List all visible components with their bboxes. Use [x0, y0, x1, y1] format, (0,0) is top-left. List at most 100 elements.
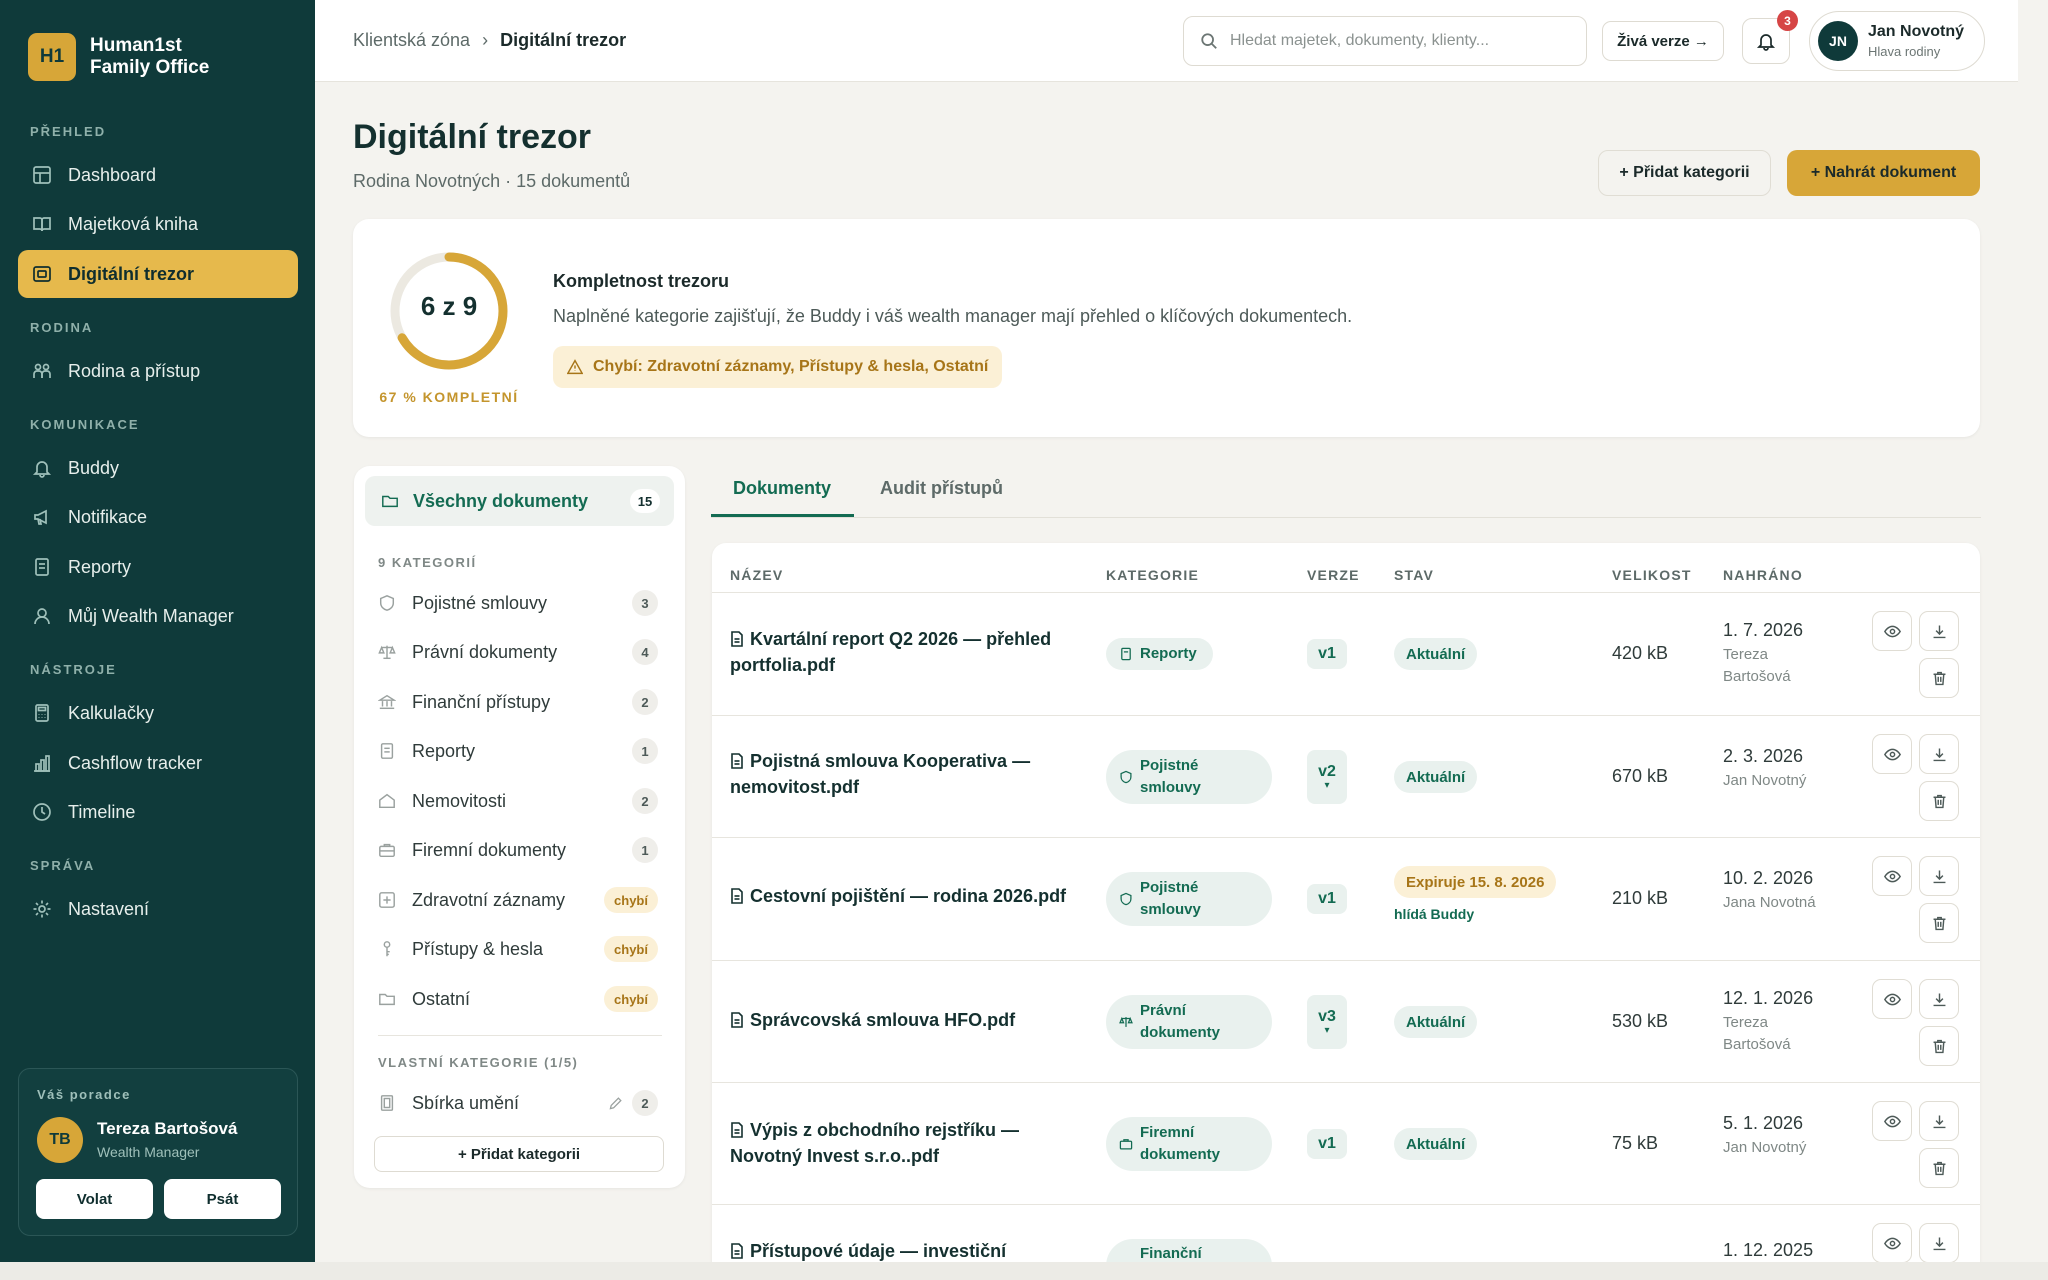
sidebar-item-label: Reporty [68, 556, 132, 577]
delete-button[interactable] [1919, 903, 1959, 943]
upload-document-button[interactable]: + Nahrát dokument [1787, 150, 1980, 196]
file-size: 670 kB [1612, 766, 1669, 786]
breadcrumb-current: Digitální trezor [500, 30, 627, 50]
delete-button[interactable] [1919, 781, 1959, 821]
preview-button[interactable] [1872, 979, 1912, 1019]
delete-button[interactable] [1919, 1026, 1959, 1066]
logo-mark: H1 [28, 33, 76, 81]
briefcase-icon [379, 843, 395, 858]
logo-line-2: Family Office [90, 57, 210, 78]
sidebar-item-buddy[interactable]: Buddy [18, 444, 298, 492]
trash-icon [1933, 794, 1945, 808]
category-item-art-collection[interactable]: Sbírka umění 2 [378, 1083, 664, 1123]
uploaded-by: Jana Novotná [1723, 894, 1816, 911]
tab-documents[interactable]: Dokumenty [733, 478, 831, 499]
download-icon [1933, 1237, 1945, 1250]
sidebar-item-digital-vault[interactable]: Digitální trezor [18, 250, 298, 298]
download-button[interactable] [1919, 979, 1959, 1019]
horizontal-scrollbar[interactable] [0, 1262, 2048, 1280]
write-button[interactable]: Psát [164, 1179, 281, 1219]
sidebar-item-settings[interactable]: Nastavení [18, 885, 298, 933]
download-button[interactable] [1919, 1101, 1959, 1141]
vertical-scrollbar[interactable] [2018, 0, 2048, 1262]
sidebar-item-calculators[interactable]: Kalkulačky [18, 689, 298, 737]
preview-button[interactable] [1872, 856, 1912, 896]
sidebar-item-timeline[interactable]: Timeline [18, 788, 298, 836]
column-header-status[interactable]: STAV [1394, 567, 1434, 583]
add-category-button[interactable]: + Přidat kategorii [1598, 150, 1771, 196]
category-item-legal[interactable]: Právní dokumenty 4 [378, 632, 664, 672]
sidebar-item-family[interactable]: Rodina a přístup [18, 347, 298, 395]
category-item-real-estate[interactable]: Nemovitosti 2 [378, 781, 664, 821]
category-panel: Všechny dokumenty 15 9 KATEGORIÍ Pojistn… [354, 466, 685, 1188]
category-item-other[interactable]: Ostatní chybí [378, 979, 664, 1019]
download-button[interactable] [1919, 856, 1959, 896]
search-icon [1201, 33, 1217, 49]
preview-button[interactable] [1872, 1223, 1912, 1263]
version-badge[interactable]: v2 ▾ [1307, 750, 1347, 804]
preview-button[interactable] [1872, 1101, 1912, 1141]
category-item-company[interactable]: Firemní dokumenty 1 [378, 830, 664, 870]
category-item-insurance[interactable]: Pojistné smlouvy 3 [378, 583, 664, 623]
download-button[interactable] [1919, 611, 1959, 651]
version-badge[interactable]: v3 ▾ [1307, 995, 1347, 1049]
column-header-uploaded[interactable]: NAHRÁNO [1723, 567, 1803, 583]
trash-icon [1933, 1161, 1945, 1175]
file-icon [731, 1012, 743, 1028]
user-menu[interactable]: JN Jan Novotný Hlava rodiny [1809, 11, 1985, 71]
breadcrumb-root[interactable]: Klientská zóna [353, 30, 470, 51]
column-header-version[interactable]: VERZE [1307, 567, 1360, 583]
search-input[interactable] [1230, 32, 1560, 50]
download-button[interactable] [1919, 1223, 1959, 1263]
sidebar-item-label: Buddy [68, 457, 120, 478]
table-row[interactable]: Pojistná smlouva Kooperativa — nemovitos… [712, 716, 1980, 838]
status-note: hlídá Buddy [1394, 906, 1475, 922]
table-row[interactable]: Kvartální report Q2 2026 — přehled portf… [712, 593, 1980, 715]
category-badge: Právní dokumenty [1106, 995, 1272, 1049]
tab-access-audit[interactable]: Audit přístupů [880, 478, 1003, 499]
sidebar-item-notifications[interactable]: Notifikace [18, 493, 298, 541]
category-item-reports[interactable]: Reporty 1 [378, 731, 664, 771]
table-row[interactable]: Cestovní pojištění — rodina 2026.pdf Poj… [712, 838, 1980, 960]
status-badge: Aktuální [1394, 638, 1478, 670]
version-badge: v1 [1307, 1129, 1347, 1159]
megaphone-icon [34, 509, 47, 525]
call-button[interactable]: Volat [36, 1179, 153, 1219]
category-item-passwords[interactable]: Přístupy & hesla chybí [378, 929, 664, 969]
edit-icon[interactable] [608, 1095, 624, 1111]
category-item-medical[interactable]: Zdravotní záznamy chybí [378, 880, 664, 920]
table-row[interactable]: Správcovská smlouva HFO.pdf Právní dokum… [712, 961, 1980, 1083]
category-badge: Finanční [1106, 1239, 1272, 1263]
preview-button[interactable] [1872, 734, 1912, 774]
sidebar-item-reports[interactable]: Reporty [18, 543, 298, 591]
uploaded-by: Jan Novotný [1723, 1139, 1807, 1156]
column-header-category[interactable]: KATEGORIE [1106, 567, 1199, 583]
table-row[interactable]: Výpis z obchodního rejstříku — Novotný I… [712, 1083, 1980, 1205]
house-icon [379, 793, 395, 809]
bell-icon [1756, 34, 1776, 51]
column-header-size[interactable]: VELIKOST [1612, 567, 1692, 583]
delete-button[interactable] [1919, 1148, 1959, 1188]
status-badge: Expiruje 15. 8. 2026 [1394, 866, 1557, 898]
search-box[interactable] [1183, 16, 1587, 66]
custom-categories-label: VLASTNÍ KATEGORIE (1/5) [378, 1055, 579, 1070]
sidebar-item-asset-book[interactable]: Majetková kniha [18, 200, 298, 248]
active-tab-indicator [711, 514, 854, 517]
add-custom-category-button[interactable]: + Přidat kategorii [374, 1136, 664, 1172]
all-documents-filter[interactable]: Všechny dokumenty 15 [365, 476, 674, 526]
delete-button[interactable] [1919, 658, 1959, 698]
live-version-button[interactable]: Živá verze → [1602, 21, 1724, 61]
column-header-name[interactable]: NÁZEV [730, 567, 783, 583]
sidebar-item-wealth-manager[interactable]: Můj Wealth Manager [18, 592, 298, 640]
tab-bar: Dokumenty Audit přístupů [711, 466, 1981, 518]
completeness-title: Kompletnost trezoru [553, 271, 730, 291]
category-item-financial[interactable]: Finanční přístupy 2 [378, 682, 664, 722]
sidebar-item-dashboard[interactable]: Dashboard [18, 151, 298, 199]
table-row[interactable]: Přístupové údaje — investiční Finanční 1… [712, 1205, 1980, 1263]
preview-button[interactable] [1872, 611, 1912, 651]
category-badge: Pojistné smlouvy [1106, 750, 1272, 804]
sidebar-item-label: Digitální trezor [68, 263, 195, 284]
logo[interactable]: H1 Human1st Family Office [28, 33, 209, 81]
download-button[interactable] [1919, 734, 1959, 774]
sidebar-item-cashflow[interactable]: Cashflow tracker [18, 739, 298, 787]
